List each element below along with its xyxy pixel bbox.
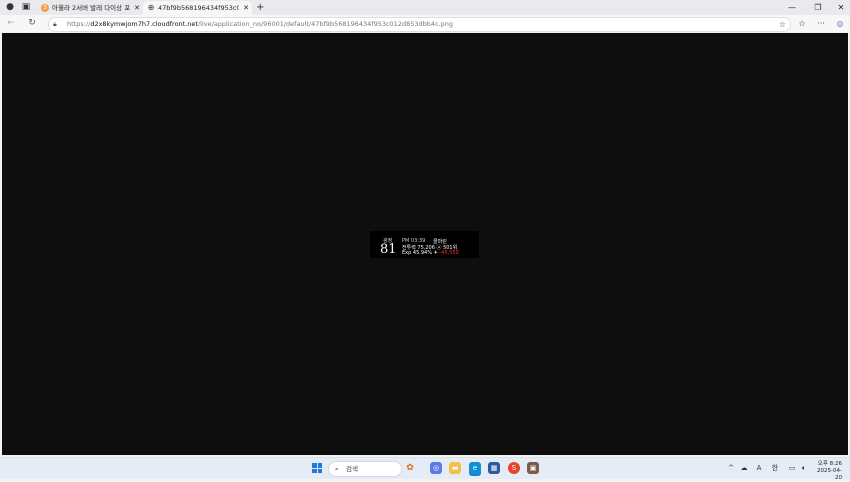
more-menu-button[interactable]: ··· [815, 18, 827, 29]
lock-icon[interactable]: 🔒︎ [53, 18, 57, 31]
collections-icon[interactable]: ☆ [796, 18, 808, 29]
copilot-icon[interactable]: ◎ [834, 18, 846, 29]
address-toolbar: ← ↻ 🔒︎ https://d2x8kymwjom7h7.cloudfront… [0, 15, 850, 32]
onedrive-icon[interactable]: ☁ [739, 463, 749, 473]
back-button[interactable]: ← [5, 18, 17, 29]
clock-date: 2025-04-20 [817, 468, 842, 481]
exp-delta: -45,550 [439, 250, 459, 256]
widgets-icon[interactable]: ✿ [404, 462, 416, 474]
url-text: https://d2x8kymwjom7h7.cloudfront.net/li… [67, 18, 453, 31]
tab-favicon-icon: 3 [41, 4, 49, 12]
url-scheme: https:// [67, 20, 91, 28]
game-status-image: 광정 81 PM 03:39 콜마린 전투력 75,206 ⓐ 501위 Exp… [370, 231, 479, 258]
tab-bar: ● ▣ 3 아월라 2서버 발레 다이상 포볼가 ✕ ⊕ 47bf9b56819… [0, 0, 850, 15]
url-host: d2x8kymwjom7h7.cloudfront.net [90, 20, 198, 28]
tray-chevron-icon[interactable]: ^ [726, 463, 736, 473]
plane-icon: ✈ [433, 250, 438, 256]
url-path: /live/application_no/96001/default/47bf9… [197, 20, 454, 28]
exp-line: Exp 45.94% ✈ -45,550 [402, 250, 459, 256]
tab-close-icon[interactable]: ✕ [243, 1, 249, 15]
s-app-icon[interactable]: S [508, 462, 520, 474]
search-icon: ⌕ [335, 465, 339, 473]
profile-icon[interactable]: ● [4, 2, 16, 13]
level-value: 81 [380, 242, 397, 257]
tab-title: 아월라 2서버 발레 다이상 포볼가 [52, 4, 130, 12]
game-app-icon[interactable]: ▣ [527, 462, 539, 474]
font-icon[interactable]: A [754, 463, 764, 473]
network-icon[interactable]: ▭ [787, 463, 797, 473]
taskbar-search[interactable]: ⌕ 검색 [328, 461, 402, 477]
address-bar[interactable]: 🔒︎ https://d2x8kymwjom7h7.cloudfront.net… [48, 17, 791, 32]
maximize-button[interactable]: ❐ [811, 1, 825, 15]
new-tab-button[interactable]: + [256, 1, 264, 15]
minimize-button[interactable]: — [785, 1, 799, 15]
tab-2-active[interactable]: ⊕ 47bf9b568196434f953c012d853dbb4c.png ✕ [143, 1, 252, 15]
favorite-star-icon[interactable]: ☆ [779, 18, 786, 31]
tab-close-icon[interactable]: ✕ [134, 1, 140, 15]
globe-icon: ⊕ [147, 3, 155, 12]
exp-text: Exp 45.94% [402, 250, 432, 256]
clock[interactable]: 오후 8:26 2025-04-20 [812, 461, 842, 482]
windows-start-icon[interactable] [312, 463, 322, 473]
ime-indicator[interactable]: 한 [770, 463, 780, 473]
store-icon[interactable]: ▦ [488, 462, 500, 474]
close-window-button[interactable]: ✕ [834, 1, 848, 15]
clock-time: 오후 8:26 [817, 461, 842, 467]
tab-1[interactable]: 3 아월라 2서버 발레 다이상 포볼가 ✕ [37, 1, 143, 15]
refresh-button[interactable]: ↻ [26, 18, 38, 29]
edge-browser-icon[interactable]: e [469, 462, 481, 476]
taskbar: ⌕ 검색 ✿ ◎ ▬ e ▦ S ▣ ^ ☁ A 한 ▭ 🔈︎ 오후 8:26 … [0, 457, 850, 482]
file-explorer-icon[interactable]: ▬ [449, 462, 461, 474]
volume-icon[interactable]: 🔈︎ [799, 463, 809, 473]
copilot-app-icon[interactable]: ◎ [430, 462, 442, 474]
tab-actions-icon[interactable]: ▣ [20, 2, 32, 13]
tab-title: 47bf9b568196434f953c012d853dbb4c.png [158, 4, 239, 12]
search-label: 검색 [346, 465, 358, 473]
